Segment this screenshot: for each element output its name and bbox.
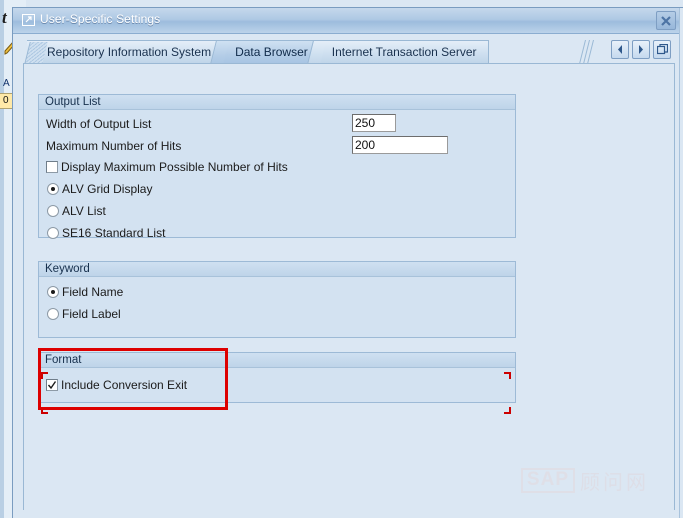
radio-button-icon (47, 308, 59, 320)
tab-repository-information-system[interactable]: Repository Information System (24, 40, 224, 64)
radio-label: Field Label (62, 307, 121, 321)
radio-label: SE16 Standard List (62, 226, 166, 240)
format-group-title: Format (39, 353, 515, 368)
data-browser-tab-page: Output List Width of Output List 250 Max… (23, 63, 675, 510)
keyword-group: Keyword Field Name Field Label (38, 261, 516, 338)
checkbox-box-icon (46, 161, 58, 173)
tab-list-icon (657, 44, 668, 55)
maximum-number-of-hits-input[interactable]: 200 (352, 136, 448, 154)
tabstrip-navigation (607, 40, 675, 63)
tab-label: Repository Information System (47, 45, 212, 59)
dialog-title: User-Specific Settings (40, 12, 161, 26)
tab-data-browser[interactable]: Data Browser (222, 40, 320, 63)
tab-internet-transaction-server[interactable]: Internet Transaction Server (318, 40, 489, 63)
maximum-number-of-hits-label: Maximum Number of Hits (46, 139, 182, 153)
user-specific-settings-dialog: User-Specific Settings Repository Inform… (12, 7, 683, 518)
width-of-output-list-input[interactable]: 250 (352, 114, 396, 132)
checkbox-label: Include Conversion Exit (61, 378, 188, 392)
tabstrip-endcap (579, 40, 597, 64)
dialog-titlebar[interactable]: User-Specific Settings (13, 8, 683, 34)
watermark-brand: SAP (520, 468, 575, 493)
scroll-right-icon (639, 45, 643, 54)
scroll-left-button[interactable] (611, 40, 629, 59)
radio-label: Field Name (62, 285, 124, 299)
tabstrip: Repository Information System Data Brows… (23, 40, 675, 64)
background-title-initial: t (2, 8, 7, 27)
tab-list-button[interactable] (653, 40, 671, 59)
sap-watermark: SAP 顾问网 (520, 466, 649, 495)
radio-button-icon (47, 183, 59, 195)
scroll-right-button[interactable] (632, 40, 650, 59)
radio-label: ALV List (62, 204, 106, 218)
radio-button-icon (47, 205, 59, 217)
tab-label: Data Browser (235, 45, 308, 59)
watermark-site: 顾问网 (580, 470, 649, 494)
radio-label: ALV Grid Display (62, 182, 153, 196)
dialog-right-frame (679, 8, 683, 518)
close-button[interactable] (656, 11, 676, 30)
checkbox-label: Display Maximum Possible Number of Hits (61, 160, 288, 174)
tabstrip-tabs: Repository Information System Data Brows… (23, 40, 601, 64)
output-list-group: Output List Width of Output List 250 Max… (38, 94, 516, 240)
scroll-left-icon (618, 45, 622, 54)
background-letter: A (3, 78, 10, 89)
tab-label: Internet Transaction Server (331, 45, 477, 59)
format-group: Format Include Conversion Exit (38, 352, 516, 414)
checkbox-checked-icon (46, 379, 58, 391)
output-list-group-title: Output List (39, 95, 515, 110)
radio-button-icon (47, 286, 59, 298)
radio-button-icon (47, 227, 59, 239)
tab-grip-icon (24, 42, 48, 64)
keyword-group-title: Keyword (39, 262, 515, 277)
window-restore-icon (22, 14, 35, 26)
close-icon (661, 16, 671, 26)
width-of-output-list-label: Width of Output List (46, 117, 152, 131)
